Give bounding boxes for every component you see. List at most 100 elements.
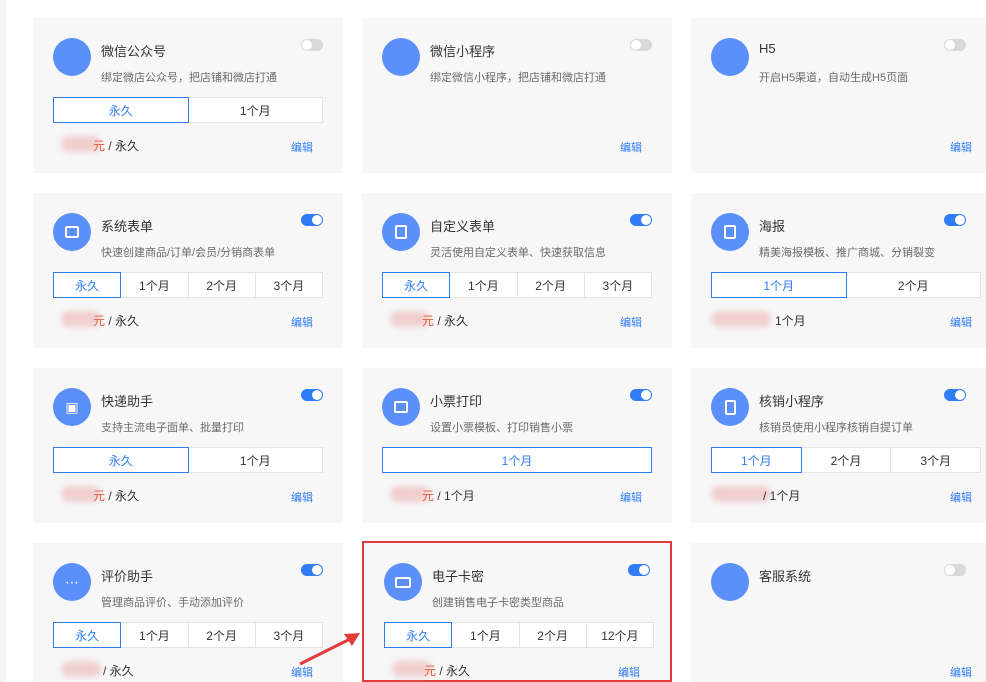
app-title: 评价助手 bbox=[101, 569, 154, 584]
duration-option[interactable]: 1个月 bbox=[120, 622, 189, 648]
edit-link[interactable]: 编辑 bbox=[291, 314, 313, 330]
duration-option[interactable]: 2个月 bbox=[518, 622, 587, 648]
price-unit: 元 bbox=[93, 139, 106, 153]
enable-toggle[interactable] bbox=[301, 39, 323, 51]
app-desc: 快速创建商品/订单/会员/分销商表单 bbox=[101, 247, 276, 259]
duration-option[interactable]: 永久 bbox=[53, 447, 189, 473]
price-text: 元 / 永久 bbox=[93, 487, 139, 504]
duration-option[interactable]: 1个月 bbox=[711, 272, 847, 298]
duration-option[interactable]: 1个月 bbox=[451, 622, 520, 648]
duration-selector: 永久 1个月 2个月 3个月 bbox=[53, 622, 323, 648]
app-desc: 绑定微店公众号，把店铺和微店打通 bbox=[101, 72, 277, 84]
enable-toggle[interactable] bbox=[630, 39, 652, 51]
app-desc: 支持主流电子面单、批量打印 bbox=[101, 422, 244, 434]
enable-toggle[interactable] bbox=[301, 564, 323, 576]
app-card-wechat-mini: 微信小程序 绑定微信小程序，把店铺和微店打通 编辑 bbox=[362, 18, 672, 173]
app-card-system-form: 系统表单 快速创建商品/订单/会员/分销商表单 永久 1个月 2个月 3个月 元… bbox=[33, 193, 343, 348]
duration-option[interactable]: 3个月 bbox=[583, 272, 652, 298]
duration-selector: 1个月 bbox=[382, 447, 652, 473]
price-suffix: / 永久 bbox=[103, 664, 134, 678]
duration-option[interactable]: 1个月 bbox=[382, 447, 652, 473]
duration-option[interactable]: 永久 bbox=[382, 272, 451, 298]
app-card-receipt-print: 小票打印 设置小票模板、打印销售小票 1个月 元 / 1个月 编辑 bbox=[362, 368, 672, 523]
truck-icon: ▣ bbox=[65, 399, 79, 415]
price-suffix: / 1个月 bbox=[763, 489, 801, 503]
edit-link[interactable]: 编辑 bbox=[620, 139, 642, 155]
edit-link[interactable]: 编辑 bbox=[950, 489, 972, 505]
form-icon bbox=[65, 226, 79, 238]
price-text: 1个月 bbox=[775, 312, 806, 329]
printer-icon bbox=[394, 401, 408, 413]
enable-toggle[interactable] bbox=[944, 389, 966, 401]
price-unit: 元 bbox=[424, 664, 437, 678]
edit-link[interactable]: 编辑 bbox=[618, 664, 640, 680]
app-card-poster: 海报 精美海报模板、推广商城、分销裂变 1个月 2个月 1个月 编辑 bbox=[691, 193, 986, 348]
duration-option[interactable]: 1个月 bbox=[120, 272, 189, 298]
edit-link[interactable]: 编辑 bbox=[291, 489, 313, 505]
enable-toggle[interactable] bbox=[944, 214, 966, 226]
app-card-e-card: 电子卡密 创建销售电子卡密类型商品 永久 1个月 2个月 12个月 元 / 永久… bbox=[362, 541, 672, 682]
app-card-verify-mini: 核销小程序 核销员使用小程序核销自提订单 1个月 2个月 3个月 / 1个月 编… bbox=[691, 368, 986, 523]
duration-option[interactable]: 2个月 bbox=[800, 447, 892, 473]
app-title: 客服系统 bbox=[759, 569, 812, 584]
phone-icon bbox=[724, 399, 736, 415]
left-rail bbox=[0, 0, 6, 682]
app-desc: 开启H5渠道，自动生成H5页面 bbox=[759, 72, 909, 84]
duration-option[interactable]: 1个月 bbox=[187, 97, 323, 123]
duration-option[interactable]: 12个月 bbox=[585, 622, 654, 648]
app-title: 快递助手 bbox=[101, 394, 154, 409]
duration-selector: 永久 1个月 2个月 3个月 bbox=[382, 272, 652, 298]
app-title: 微信小程序 bbox=[430, 44, 496, 59]
enable-toggle[interactable] bbox=[628, 564, 650, 576]
app-card-custom-form: 自定义表单 灵活使用自定义表单、快速获取信息 永久 1个月 2个月 3个月 元 … bbox=[362, 193, 672, 348]
edit-link[interactable]: 编辑 bbox=[291, 139, 313, 155]
duration-option[interactable]: 3个月 bbox=[254, 272, 323, 298]
enable-toggle[interactable] bbox=[630, 389, 652, 401]
duration-option[interactable]: 3个月 bbox=[890, 447, 982, 473]
app-avatar bbox=[711, 563, 749, 601]
duration-option[interactable]: 永久 bbox=[53, 97, 189, 123]
edit-link[interactable]: 编辑 bbox=[950, 314, 972, 330]
price-text: 元 / 永久 bbox=[93, 137, 139, 154]
duration-selector: 永久 1个月 bbox=[53, 97, 323, 123]
enable-toggle[interactable] bbox=[944, 564, 966, 576]
enable-toggle[interactable] bbox=[301, 389, 323, 401]
app-title: 微信公众号 bbox=[101, 44, 167, 59]
duration-option[interactable]: 1个月 bbox=[187, 447, 323, 473]
price-suffix: 1个月 bbox=[775, 314, 806, 328]
app-card-wechat-official: 微信公众号 绑定微店公众号，把店铺和微店打通 永久 1个月 元 / 永久 编辑 bbox=[33, 18, 343, 173]
price-blur bbox=[61, 661, 101, 677]
app-avatar: ▣ bbox=[53, 388, 91, 426]
price-blur bbox=[711, 311, 771, 327]
duration-option[interactable]: 1个月 bbox=[711, 447, 802, 473]
enable-toggle[interactable] bbox=[630, 214, 652, 226]
duration-option[interactable]: 1个月 bbox=[449, 272, 518, 298]
edit-link[interactable]: 编辑 bbox=[620, 489, 642, 505]
duration-selector: 1个月 2个月 3个月 bbox=[711, 447, 982, 473]
duration-option[interactable]: 永久 bbox=[384, 622, 453, 648]
duration-option[interactable]: 永久 bbox=[53, 272, 122, 298]
app-avatar bbox=[382, 388, 420, 426]
duration-option[interactable]: 2个月 bbox=[187, 622, 256, 648]
price-text: / 永久 bbox=[103, 662, 134, 679]
enable-toggle[interactable] bbox=[944, 39, 966, 51]
price-suffix: / 永久 bbox=[434, 314, 469, 328]
duration-option[interactable]: 2个月 bbox=[187, 272, 256, 298]
app-avatar bbox=[53, 213, 91, 251]
price-suffix: / 1个月 bbox=[434, 489, 475, 503]
price-suffix: / 永久 bbox=[105, 314, 140, 328]
app-desc: 精美海报模板、推广商城、分销裂变 bbox=[759, 247, 935, 259]
edit-link[interactable]: 编辑 bbox=[620, 314, 642, 330]
chat-icon: ⋯ bbox=[65, 574, 79, 590]
duration-option[interactable]: 2个月 bbox=[845, 272, 981, 298]
duration-option[interactable]: 2个月 bbox=[516, 272, 585, 298]
duration-option[interactable]: 永久 bbox=[53, 622, 122, 648]
price-unit: 元 bbox=[422, 489, 435, 503]
edit-link[interactable]: 编辑 bbox=[950, 664, 972, 680]
card-icon bbox=[395, 576, 411, 588]
enable-toggle[interactable] bbox=[301, 214, 323, 226]
app-title: 核销小程序 bbox=[759, 394, 825, 409]
edit-link[interactable]: 编辑 bbox=[950, 139, 972, 155]
duration-selector: 永久 1个月 bbox=[53, 447, 323, 473]
price-suffix: / 永久 bbox=[105, 139, 140, 153]
